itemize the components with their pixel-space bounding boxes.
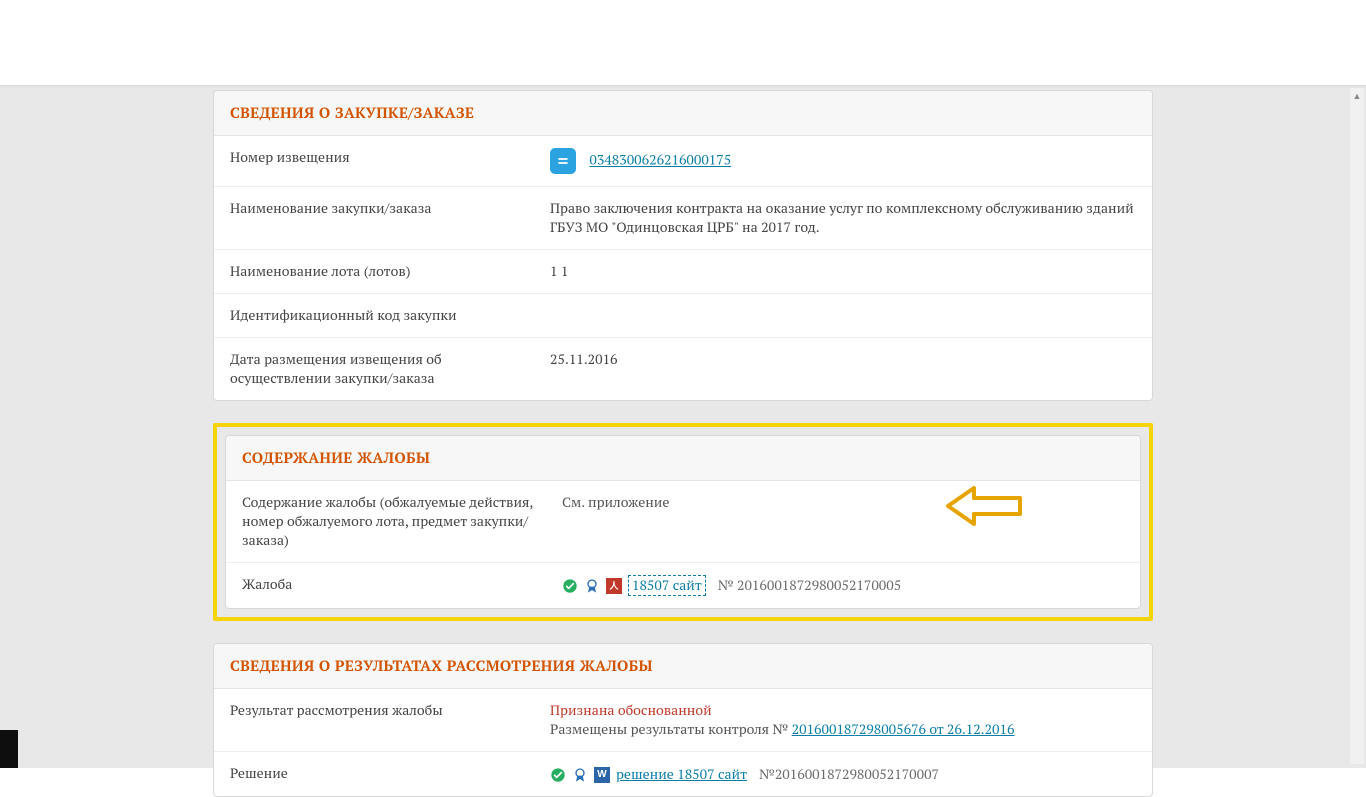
notice-date-label: Дата размещения извещения об осуществлен… [230,350,550,388]
result-control-link[interactable]: 201600187298005676 от 26.12.2016 [792,720,1015,739]
results-header: СВЕДЕНИЯ О РЕЗУЛЬТАТАХ РАССМОТРЕНИЯ ЖАЛО… [214,644,1152,689]
verified-check-icon [562,578,578,594]
decision-row: Решение W решение 18507 сайт №2016001872… [214,752,1152,796]
pdf-file-icon: 人 [606,578,622,594]
result-subtext-prefix: Размещены результаты контроля № [550,720,792,739]
result-row: Результат рассмотрения жалобы Признана о… [214,689,1152,752]
lot-name-label: Наименование лота (лотов) [230,262,550,281]
purchase-info-card: СВЕДЕНИЯ О ЗАКУПКЕ/ЗАКАЗЕ Номер извещени… [213,90,1153,401]
complaint-content-label: Содержание жалобы (обжалуемые действия, … [242,493,562,550]
complaint-content-value: См. приложение [562,493,1124,512]
verified-check-icon [550,767,566,783]
purchase-id-label: Идентификационный код закупки [230,306,550,325]
complaint-file-label: Жалоба [242,575,562,594]
purchase-name-label: Наименование закупки/заказа [230,199,550,218]
purchase-name-row: Наименование закупки/заказа Право заключ… [214,187,1152,250]
complaint-content-card: СОДЕРЖАНИЕ ЖАЛОБЫ Содержание жалобы (обж… [225,435,1141,609]
complaint-file-row: Жалоба 人 18507 сайт № 201600187298005217 [226,563,1140,608]
highlight-frame: СОДЕРЖАНИЕ ЖАЛОБЫ Содержание жалобы (обж… [213,423,1153,621]
notice-date-value: 25.11.2016 [550,350,1136,369]
lot-name-row: Наименование лота (лотов) 1 1 [214,250,1152,294]
purchase-name-value: Право заключения контракта на оказание у… [550,199,1136,237]
decision-label: Решение [230,764,550,783]
notice-date-row: Дата размещения извещения об осуществлен… [214,338,1152,400]
signature-ribbon-icon [572,767,588,783]
notice-number-label: Номер извещения [230,148,550,167]
complaint-content-header: СОДЕРЖАНИЕ ЖАЛОБЫ [226,436,1140,481]
complaint-content-row: Содержание жалобы (обжалуемые действия, … [226,481,1140,563]
result-label: Результат рассмотрения жалобы [230,701,550,720]
lot-name-value: 1 1 [550,262,1136,281]
purchase-info-header: СВЕДЕНИЯ О ЗАКУПКЕ/ЗАКАЗЕ [214,91,1152,136]
vertical-scrollbar[interactable]: ▲ [1350,88,1364,764]
complaint-file-number: № 2016001872980052170005 [718,576,901,595]
external-link-icon[interactable] [550,148,576,174]
signature-ribbon-icon [584,578,600,594]
result-value: Признана обоснованной [550,701,1136,720]
top-blank-area [0,0,1366,86]
purchase-id-row: Идентификационный код закупки [214,294,1152,338]
scroll-up-arrow-icon[interactable]: ▲ [1350,88,1364,104]
results-card: СВЕДЕНИЯ О РЕЗУЛЬТАТАХ РАССМОТРЕНИЯ ЖАЛО… [213,643,1153,797]
complaint-file-link[interactable]: 18507 сайт [628,575,706,596]
left-dark-strip [0,730,18,768]
word-file-icon: W [594,767,610,783]
notice-number-link[interactable]: 0348300626216000175 [589,151,731,170]
notice-number-row: Номер извещения 0348300626216000175 [214,136,1152,187]
